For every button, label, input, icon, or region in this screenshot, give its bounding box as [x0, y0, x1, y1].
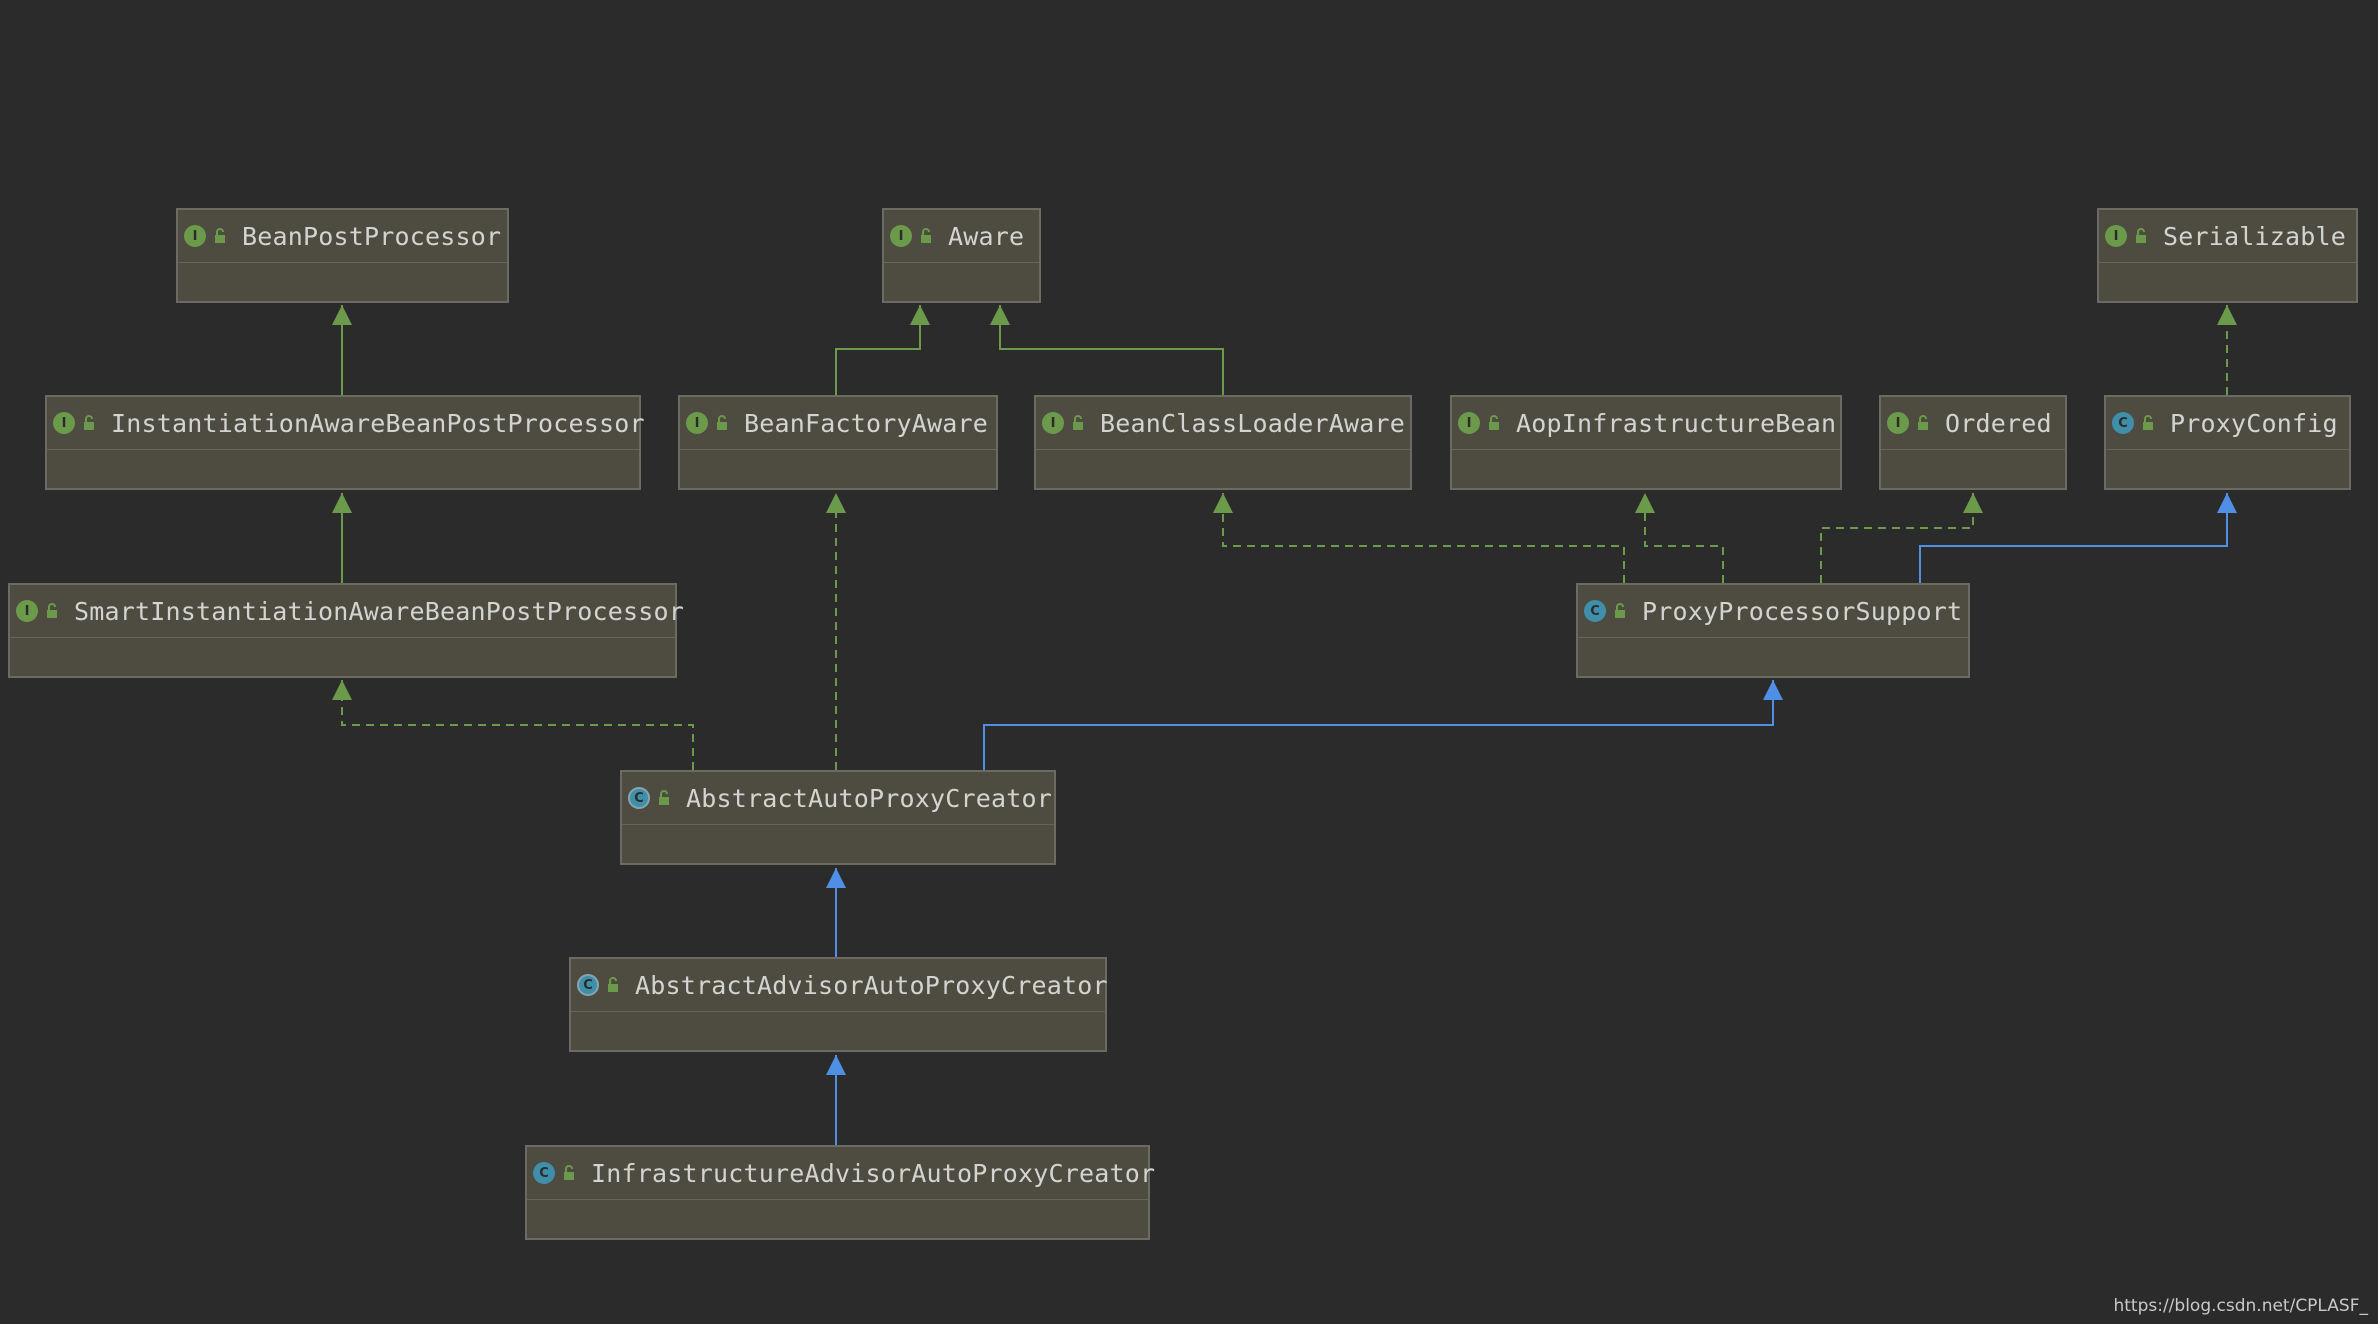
uml-node-header: C AbstractAdvisorAutoProxyCreator — [571, 959, 1108, 1012]
arrowhead-proxyprocessorsupport-to-ordered — [1963, 493, 1983, 513]
public-visibility-icon — [1489, 415, 1499, 430]
uml-node-header: I SmartInstantiationAwareBeanPostProcesso… — [10, 585, 684, 638]
uml-node-label: InstantiationAwareBeanPostProcessor — [111, 408, 645, 438]
uml-node-label: ProxyProcessorSupport — [1642, 596, 1963, 626]
public-visibility-icon — [2136, 228, 2146, 243]
uml-node-aware[interactable]: I Aware — [882, 208, 1041, 303]
uml-node-header: I Aware — [884, 210, 1039, 263]
uml-node-beanfactoryaware[interactable]: I BeanFactoryAware — [678, 395, 998, 490]
class-icon: C — [2112, 412, 2134, 434]
public-visibility-icon — [1073, 415, 1083, 430]
edge-abstractautoproxycreator-to-proxyprocessorsupport — [983, 680, 1774, 770]
arrowhead-smartinstantiationaware-to-instantiationaware — [332, 493, 352, 513]
edge-beanfactoryaware-to-aware — [835, 305, 921, 395]
edge-proxyprocessorsupport-to-proxyconfig — [1919, 493, 2228, 583]
public-visibility-icon — [564, 1165, 574, 1180]
arrowhead-beanclassloaderaware-to-aware — [990, 305, 1010, 325]
uml-node-label: BeanClassLoaderAware — [1100, 408, 1406, 438]
public-visibility-icon — [717, 415, 727, 430]
edge-proxyprocessorsupport-to-aopinfrastructurebean — [1644, 493, 1724, 583]
public-visibility-icon — [84, 415, 94, 430]
edge-beanclassloaderaware-to-aware — [999, 305, 1224, 395]
uml-node-ordered[interactable]: I Ordered — [1879, 395, 2067, 490]
public-visibility-icon — [921, 228, 931, 243]
watermark-url: https://blog.csdn.net/CPLASF_ — [2113, 1296, 2368, 1316]
uml-node-label: AbstractAdvisorAutoProxyCreator — [635, 970, 1108, 1000]
abstract-class-icon: C — [577, 974, 599, 996]
edge-proxyprocessorsupport-to-beanclassloaderaware — [1222, 493, 1625, 583]
interface-icon: I — [16, 600, 38, 622]
arrowhead-infrastructureadvisorautoproxycreator-to-abstractadvisorautoproxycreator — [826, 1055, 846, 1075]
uml-node-proxyprocessorsupport[interactable]: C ProxyProcessorSupport — [1576, 583, 1970, 678]
interface-icon: I — [890, 225, 912, 247]
uml-node-beanclassloaderaware[interactable]: I BeanClassLoaderAware — [1034, 395, 1412, 490]
uml-node-label: SmartInstantiationAwareBeanPostProcessor — [74, 596, 685, 626]
uml-node-smartinstantiationaware[interactable]: I SmartInstantiationAwareBeanPostProcesso… — [8, 583, 684, 678]
public-visibility-icon — [47, 603, 57, 618]
uml-node-proxyconfig[interactable]: C ProxyConfig — [2104, 395, 2351, 490]
arrowhead-proxyconfig-to-serializable — [2217, 305, 2237, 325]
uml-node-label: InfrastructureAdvisorAutoProxyCreator — [591, 1158, 1156, 1188]
uml-node-header: I AopInfrastructureBean — [1452, 397, 1840, 450]
arrowhead-proxyprocessorsupport-to-proxyconfig — [2217, 493, 2237, 513]
public-visibility-icon — [608, 977, 618, 992]
class-icon: C — [1584, 600, 1606, 622]
uml-node-serializable[interactable]: I Serializable — [2097, 208, 2358, 303]
uml-node-header: I BeanFactoryAware — [680, 397, 996, 450]
uml-node-header: I Serializable — [2099, 210, 2356, 263]
public-visibility-icon — [215, 228, 225, 243]
interface-icon: I — [1458, 412, 1480, 434]
uml-node-header: I BeanPostProcessor — [178, 210, 507, 263]
interface-icon: I — [2105, 225, 2127, 247]
edge-proxyprocessorsupport-to-ordered — [1820, 493, 1974, 583]
interface-icon: I — [184, 225, 206, 247]
arrowhead-abstractautoproxycreator-to-beanfactoryaware — [826, 493, 846, 513]
uml-node-label: AbstractAutoProxyCreator — [686, 783, 1053, 813]
uml-node-header: C AbstractAutoProxyCreator — [622, 772, 1054, 825]
uml-node-label: Ordered — [1945, 408, 2052, 438]
interface-icon: I — [53, 412, 75, 434]
arrowhead-proxyprocessorsupport-to-beanclassloaderaware — [1213, 493, 1233, 513]
public-visibility-icon — [659, 790, 669, 805]
interface-icon: I — [686, 412, 708, 434]
interface-icon: I — [1887, 412, 1909, 434]
class-icon: C — [533, 1162, 555, 1184]
uml-node-header: I InstantiationAwareBeanPostProcessor — [47, 397, 645, 450]
public-visibility-icon — [1918, 415, 1928, 430]
arrowhead-abstractautoproxycreator-to-smartinstantiationaware — [332, 680, 352, 700]
edge-abstractautoproxycreator-to-smartinstantiationaware — [341, 680, 694, 770]
interface-icon: I — [1042, 412, 1064, 434]
arrowhead-proxyprocessorsupport-to-aopinfrastructurebean — [1635, 493, 1655, 513]
uml-node-label: BeanFactoryAware — [744, 408, 989, 438]
public-visibility-icon — [2143, 415, 2153, 430]
uml-node-label: ProxyConfig — [2170, 408, 2338, 438]
public-visibility-icon — [1615, 603, 1625, 618]
uml-node-aopinfrastructurebean[interactable]: I AopInfrastructureBean — [1450, 395, 1842, 490]
uml-node-header: C InfrastructureAdvisorAutoProxyCreator — [527, 1147, 1155, 1200]
uml-node-instantiationaware[interactable]: I InstantiationAwareBeanPostProcessor — [45, 395, 645, 490]
arrowhead-abstractadvisorautoproxycreator-to-abstractautoproxycreator — [826, 868, 846, 888]
uml-node-label: Aware — [948, 221, 1025, 251]
uml-node-infrastructureadvisorautoproxycreator[interactable]: C InfrastructureAdvisorAutoProxyCreator — [525, 1145, 1155, 1240]
uml-node-beanpostprocessor[interactable]: I BeanPostProcessor — [176, 208, 509, 303]
uml-node-label: BeanPostProcessor — [242, 221, 502, 251]
uml-node-header: C ProxyProcessorSupport — [1578, 585, 1968, 638]
uml-node-header: I Ordered — [1881, 397, 2065, 450]
arrowhead-abstractautoproxycreator-to-proxyprocessorsupport — [1763, 680, 1783, 700]
arrowhead-beanfactoryaware-to-aware — [910, 305, 930, 325]
uml-node-label: AopInfrastructureBean — [1516, 408, 1837, 438]
uml-node-header: C ProxyConfig — [2106, 397, 2349, 450]
uml-node-label: Serializable — [2163, 221, 2347, 251]
arrowhead-instantiationaware-to-beanpostprocessor — [332, 305, 352, 325]
abstract-class-icon: C — [628, 787, 650, 809]
uml-node-abstractadvisorautoproxycreator[interactable]: C AbstractAdvisorAutoProxyCreator — [569, 957, 1108, 1052]
uml-node-header: I BeanClassLoaderAware — [1036, 397, 1410, 450]
uml-node-abstractautoproxycreator[interactable]: C AbstractAutoProxyCreator — [620, 770, 1056, 865]
